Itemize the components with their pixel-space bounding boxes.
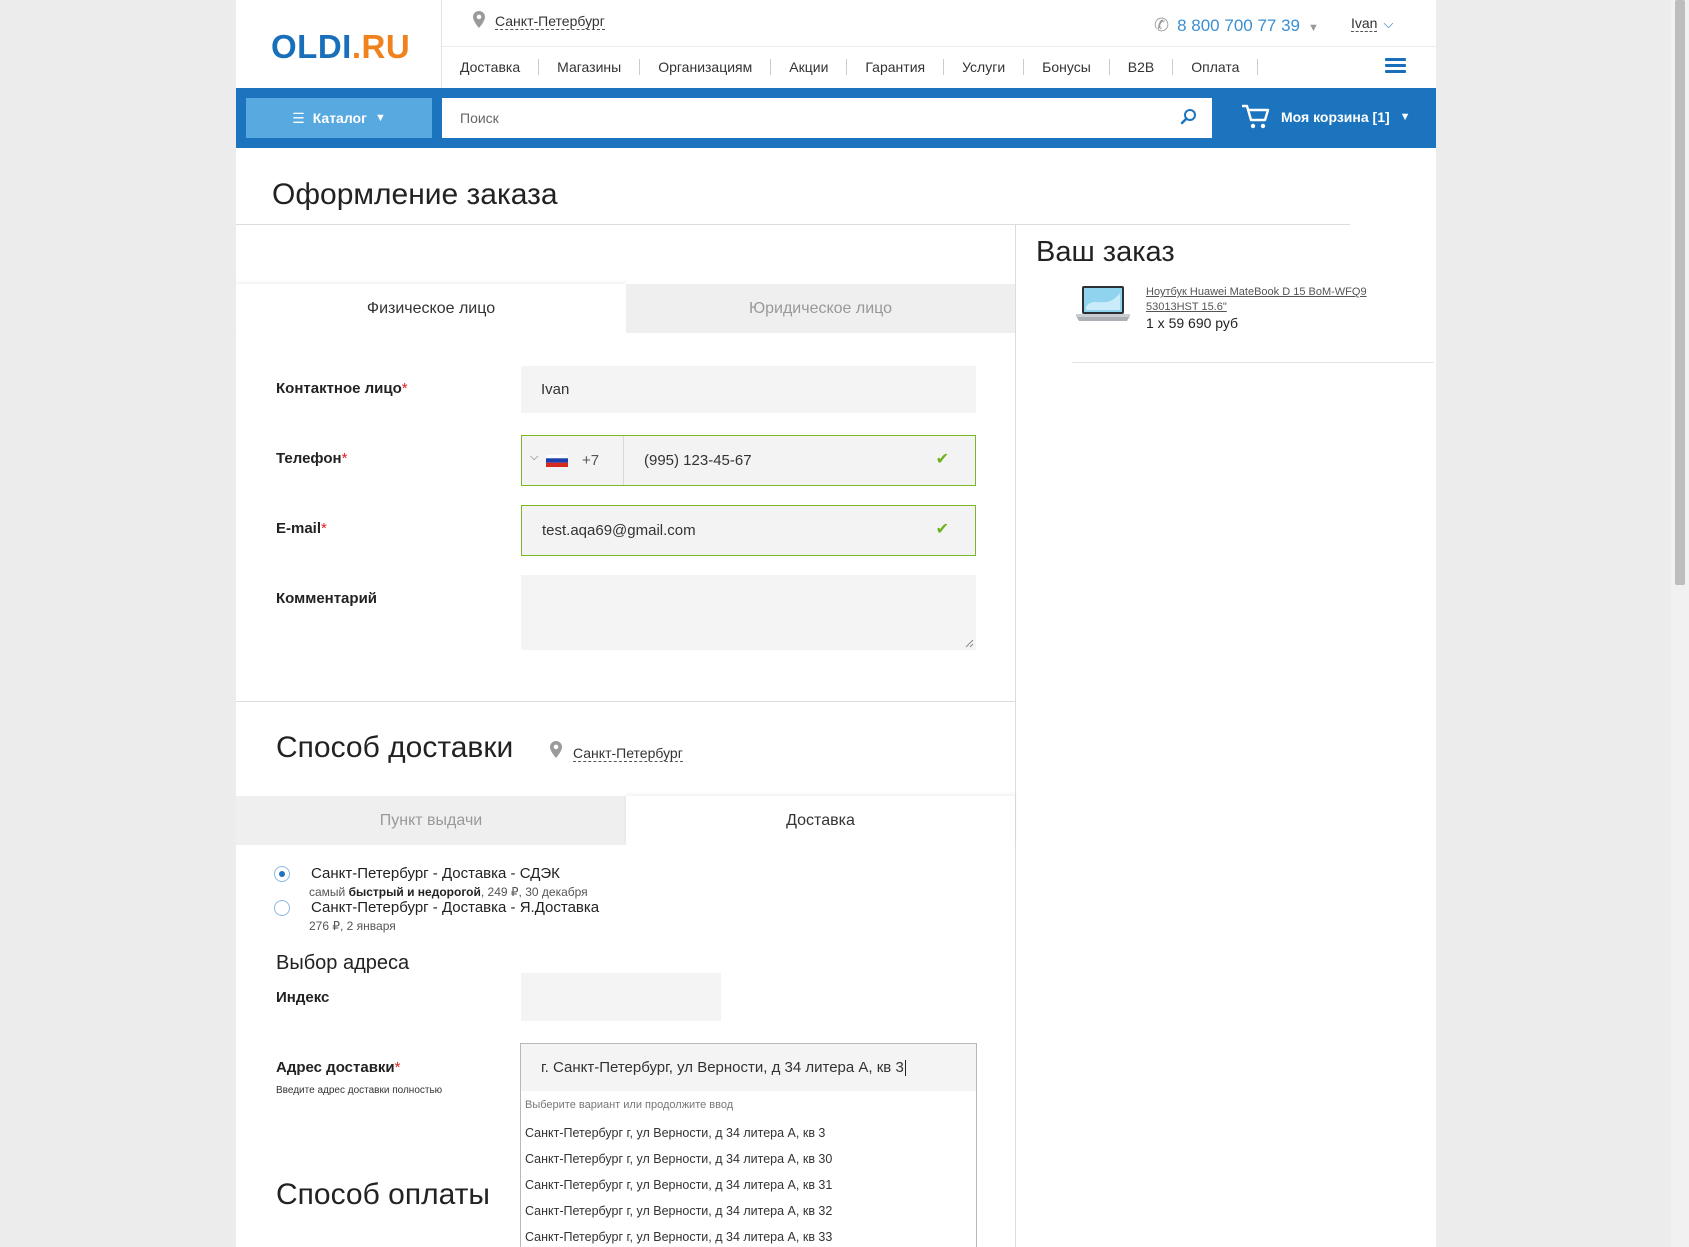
order-divider	[1072, 362, 1434, 363]
phone-block[interactable]: ✆ 8 800 700 77 39 ▼	[1154, 15, 1319, 36]
chevron-down-icon: ⌵	[530, 451, 539, 463]
contact-person-input[interactable]: Ivan	[521, 366, 976, 413]
toolbar: ☰ Каталог ▼ Поиск Моя корзина [1] ▼	[236, 88, 1436, 148]
section-divider	[236, 701, 1015, 702]
email-label: E-mail*	[276, 520, 327, 537]
radio-cdek[interactable]	[274, 866, 290, 882]
cart-button[interactable]: Моя корзина [1] ▼	[1241, 104, 1411, 130]
search-input[interactable]: Поиск	[442, 98, 1212, 138]
hamburger-menu-icon[interactable]	[1385, 58, 1406, 76]
chevron-down-icon: ⌵	[1383, 16, 1394, 31]
caret-down-icon: ▼	[1399, 111, 1411, 123]
nav-warranty[interactable]: Гарантия	[847, 59, 945, 75]
title-divider	[236, 224, 1350, 225]
search-icon[interactable]	[1180, 108, 1198, 126]
suggestion-item[interactable]: Санкт-Петербург г, ул Верности, д 34 лит…	[525, 1152, 832, 1166]
delivery-address-input[interactable]: г. Санкт-Петербург, ул Верности, д 34 ли…	[520, 1043, 977, 1092]
country-code-select[interactable]: ⌵ +7	[522, 436, 624, 485]
user-menu[interactable]: Ivan ⌵	[1351, 15, 1393, 32]
tab-individual[interactable]: Физическое лицо	[236, 284, 626, 333]
address-hint: Введите адрес доставки полностью	[276, 1085, 443, 1096]
nav-payment[interactable]: Оплата	[1173, 59, 1259, 75]
checkmark-icon: ✔	[935, 521, 949, 538]
page: OLDI.RU Санкт-Петербург ✆ 8 800 700 77 39…	[236, 0, 1436, 1247]
nav-bonuses[interactable]: Бонусы	[1024, 59, 1110, 75]
nav-services[interactable]: Услуги	[944, 59, 1025, 75]
site-logo[interactable]: OLDI.RU	[271, 28, 410, 66]
scrollbar-thumb[interactable]	[1675, 0, 1685, 585]
phone-field: ⌵ +7 (995) 123-45-67 ✔	[521, 435, 976, 486]
chevron-down-icon: ▼	[1308, 22, 1319, 34]
nav-b2b[interactable]: B2B	[1110, 59, 1174, 75]
cart-icon	[1242, 104, 1270, 129]
radio-yandex-delivery[interactable]	[274, 900, 290, 916]
comment-label: Комментарий	[276, 590, 378, 607]
column-divider	[1015, 225, 1016, 1247]
nav-stores[interactable]: Магазины	[539, 59, 641, 75]
tab-courier-delivery[interactable]: Доставка	[626, 796, 1015, 845]
header-rule	[442, 46, 1436, 47]
top-navigation: Доставка Магазины Организациям Акции Гар…	[460, 59, 1259, 75]
nav-delivery[interactable]: Доставка	[460, 59, 540, 75]
user-name: Ivan	[1351, 15, 1378, 32]
location-pin-icon	[473, 11, 485, 28]
delivery-option-title[interactable]: Санкт-Петербург - Доставка - Я.Доставка	[311, 899, 599, 916]
suggestion-item[interactable]: Санкт-Петербург г, ул Верности, д 34 лит…	[525, 1230, 832, 1244]
suggestion-item[interactable]: Санкт-Петербург г, ул Верности, д 34 лит…	[525, 1204, 832, 1218]
checkmark-icon: ✔	[935, 451, 949, 468]
nav-organizations[interactable]: Организациям	[640, 59, 772, 75]
nav-promotions[interactable]: Акции	[771, 59, 848, 75]
postal-index-label: Индекс	[276, 989, 330, 1006]
catalog-button[interactable]: ☰ Каталог ▼	[246, 98, 432, 138]
page-title: Оформление заказа	[272, 178, 558, 211]
delivery-option-details: 276 ₽, 2 января	[309, 919, 396, 933]
header-divider	[441, 0, 442, 88]
product-link[interactable]: Ноутбук Huawei MateBook D 15 BoM-WFQ9 53…	[1146, 285, 1386, 315]
location-pin-icon	[550, 741, 562, 758]
delivery-city-selector[interactable]: Санкт-Петербург	[573, 745, 683, 762]
delivery-option-title[interactable]: Санкт-Петербург - Доставка - СДЭК	[311, 865, 560, 882]
phone-number: 8 800 700 77 39	[1177, 16, 1300, 35]
address-suggestions-dropdown: Выберите вариант или продолжите ввод Сан…	[520, 1091, 977, 1247]
text-cursor	[904, 1060, 906, 1077]
resize-handle-icon[interactable]	[965, 639, 974, 648]
phone-icon: ✆	[1154, 15, 1170, 35]
laptop-product-image[interactable]	[1074, 285, 1132, 325]
comment-textarea[interactable]	[521, 575, 976, 650]
delivery-option-details: самый быстрый и недорогой, 249 ₽, 30 дек…	[309, 885, 588, 899]
phone-input[interactable]: (995) 123-45-67	[644, 452, 752, 469]
tab-legal-entity[interactable]: Юридическое лицо	[626, 284, 1015, 333]
suggestions-header: Выберите вариант или продолжите ввод	[525, 1099, 734, 1111]
city-selector[interactable]: Санкт-Петербург	[495, 13, 605, 30]
suggestion-item[interactable]: Санкт-Петербург г, ул Верности, д 34 лит…	[525, 1178, 832, 1192]
phone-label: Телефон*	[276, 450, 348, 467]
search-placeholder: Поиск	[460, 110, 499, 126]
contact-person-label: Контактное лицо*	[276, 380, 408, 397]
delivery-section-title: Способ доставки	[276, 731, 514, 764]
postal-index-input[interactable]	[521, 973, 721, 1021]
caret-down-icon: ▼	[374, 112, 386, 124]
email-field[interactable]: test.aqa69@gmail.com ✔	[521, 505, 976, 556]
russia-flag-icon	[546, 454, 568, 467]
list-icon: ☰	[292, 109, 305, 126]
order-summary-title: Ваш заказ	[1036, 236, 1175, 268]
tab-pickup-point[interactable]: Пункт выдачи	[236, 796, 626, 845]
address-section-title: Выбор адреса	[276, 952, 410, 974]
payment-section-title: Способ оплаты	[276, 1178, 490, 1211]
delivery-address-label: Адрес доставки*	[276, 1059, 401, 1076]
product-price: 1 x 59 690 руб	[1146, 315, 1239, 331]
phone-country-code: +7	[582, 452, 600, 469]
suggestion-item[interactable]: Санкт-Петербург г, ул Верности, д 34 лит…	[525, 1126, 825, 1140]
